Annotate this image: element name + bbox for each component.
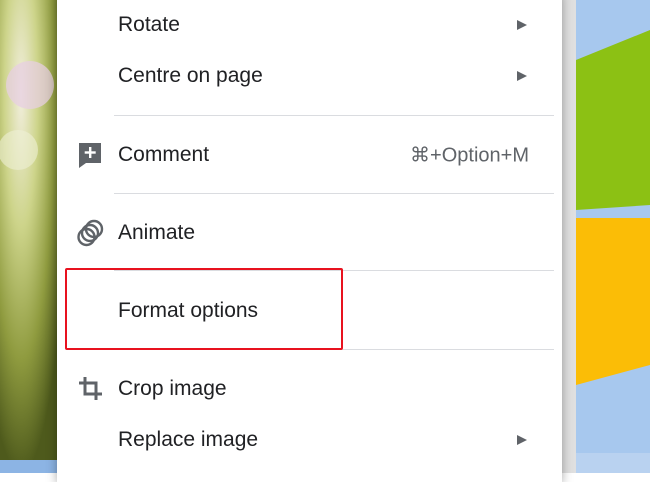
menu-item-label: Comment [118,143,210,166]
menu-item-crop-image[interactable]: Crop image [57,367,562,411]
add-comment-icon [79,143,101,168]
menu-separator [114,193,554,194]
menu-separator [114,115,554,116]
submenu-arrow-icon [517,435,527,445]
keyboard-shortcut: ⌘+Option+M [410,144,529,167]
menu-item-replace-image[interactable]: Replace image [57,418,562,462]
menu-item-centre-on-page[interactable]: Centre on page [57,54,562,98]
menu-item-label: Replace image [118,428,259,451]
menu-item-label: Crop image [118,377,227,400]
menu-item-label: Rotate [118,13,180,36]
menu-item-animate[interactable]: Animate [57,211,562,255]
submenu-arrow-icon [517,20,527,30]
animate-icon [77,219,104,247]
menu-item-rotate[interactable]: Rotate [57,3,562,47]
scrollbar-track[interactable] [562,0,576,473]
menu-item-label: Animate [118,221,196,244]
context-menu: Rotate Centre on page Comment ⌘+Option+M… [57,0,562,482]
crop-icon [79,377,102,400]
highlight-box [65,268,343,350]
submenu-arrow-icon [517,71,527,81]
menu-item-comment[interactable]: Comment ⌘+Option+M [57,133,562,177]
menu-item-label: Centre on page [118,64,263,87]
